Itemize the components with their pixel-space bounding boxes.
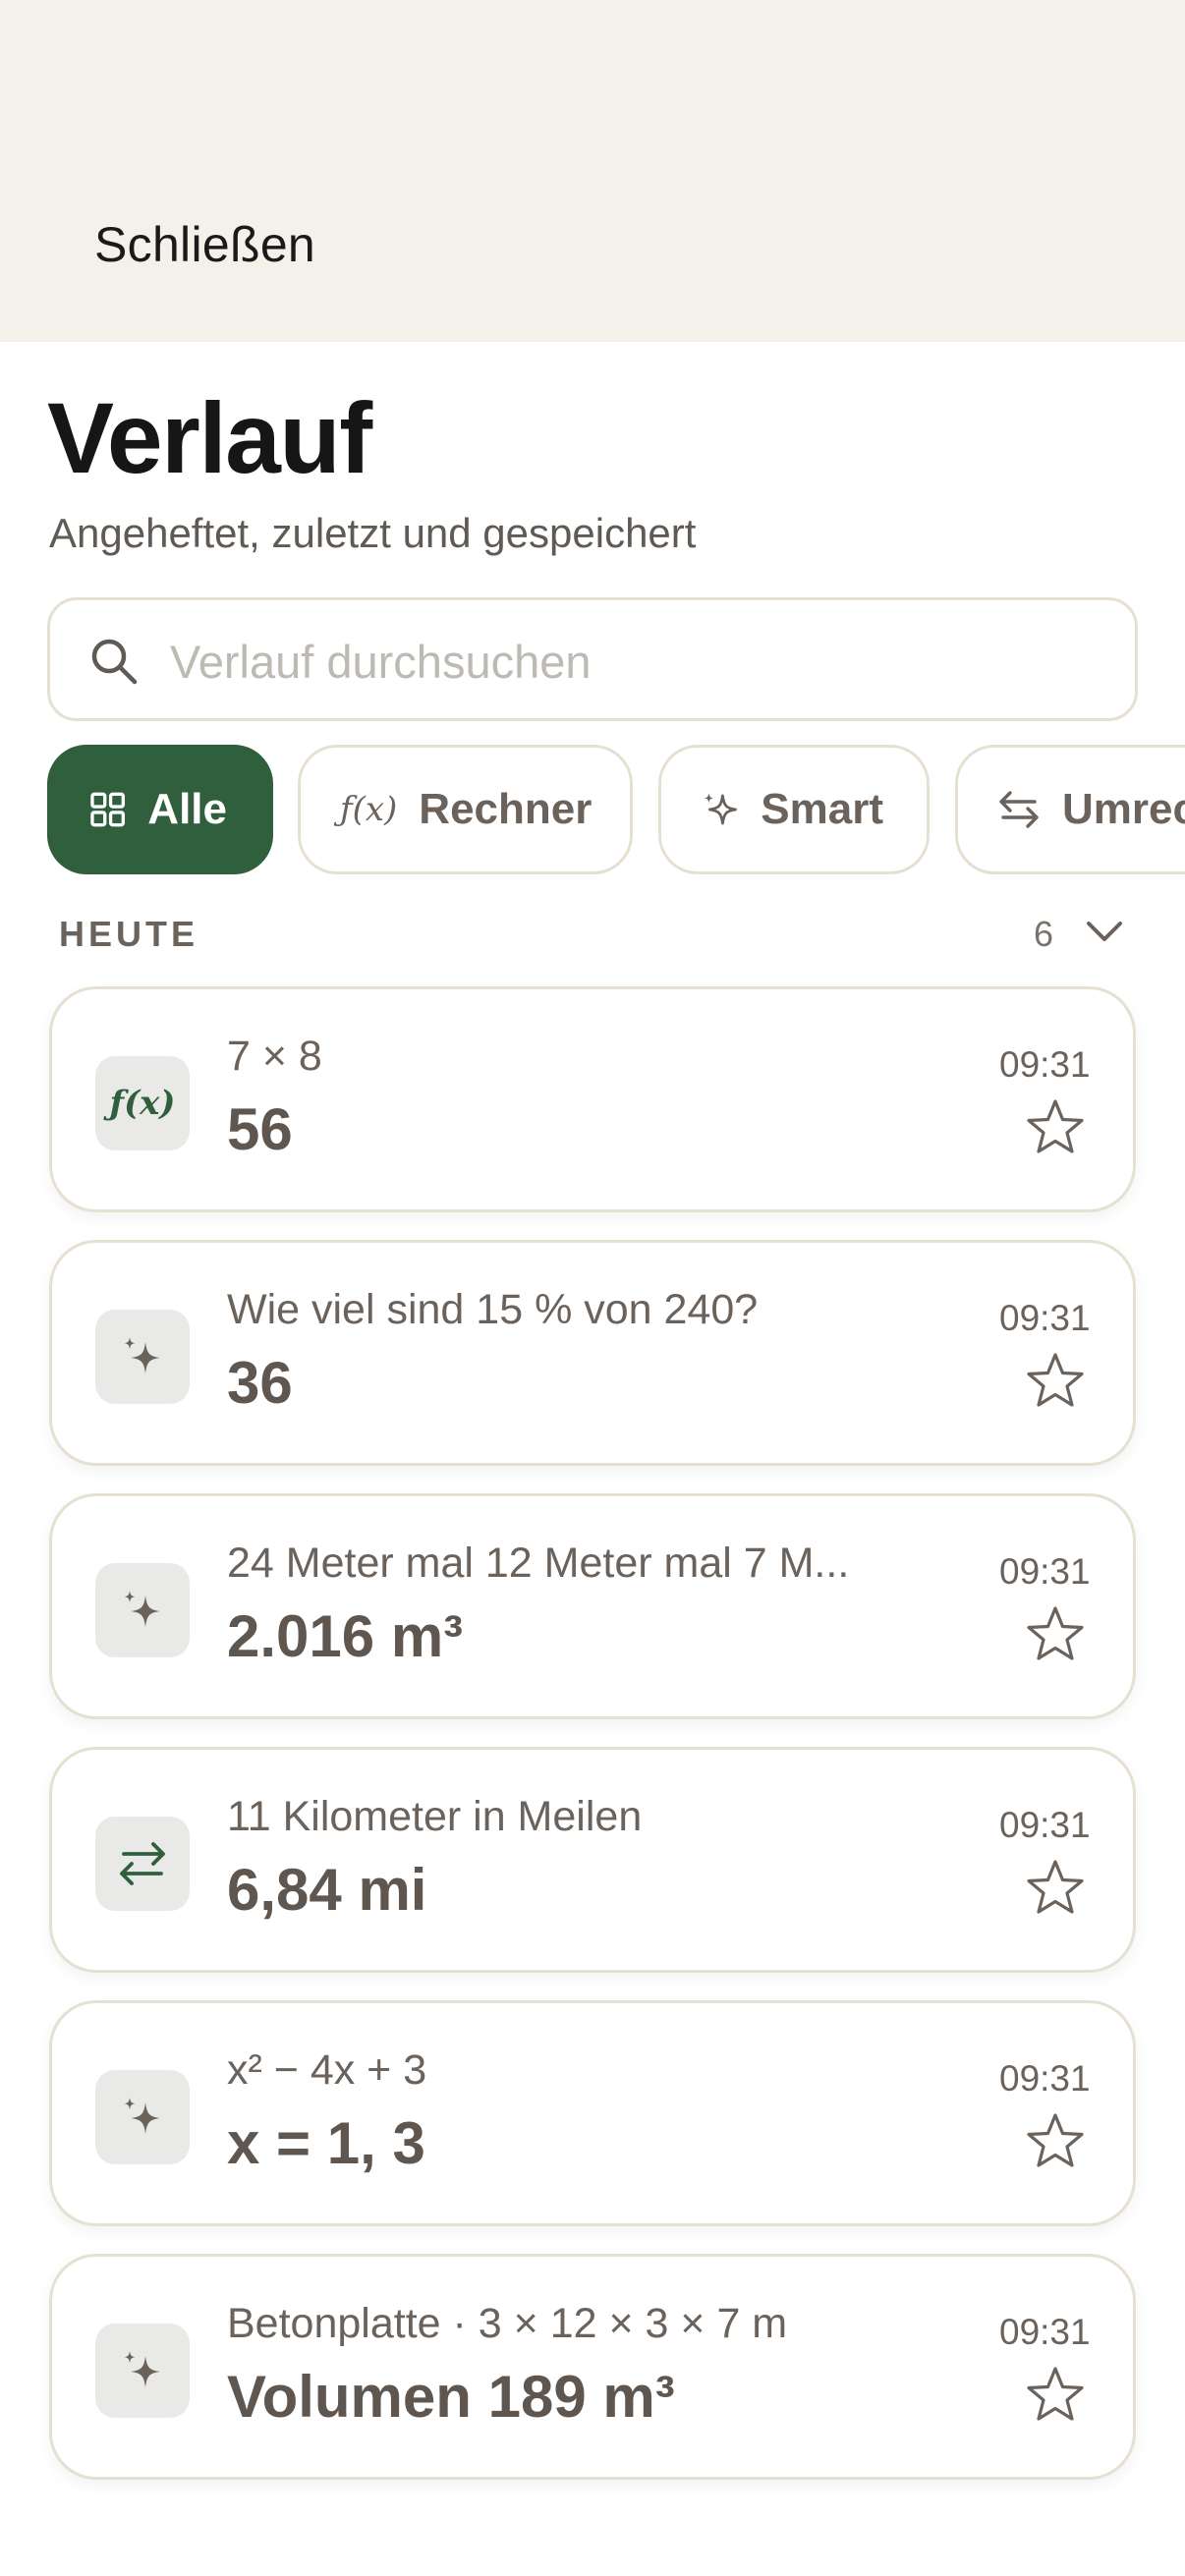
page-title: Verlauf (47, 382, 372, 494)
filter-chip-umrechner[interactable]: Umrec (955, 745, 1185, 874)
filter-chip-label: Alle (147, 785, 227, 833)
star-icon[interactable] (1025, 1351, 1086, 1410)
entry-time: 09:31 (999, 2312, 1091, 2352)
function-icon: ƒ(x) (340, 790, 398, 829)
close-button[interactable]: Schließen (94, 216, 315, 273)
swap-arrows-icon (999, 791, 1039, 828)
filter-chip-label: Umrec (1062, 785, 1185, 833)
entry-type-badge (95, 1310, 190, 1404)
entry-result: 56 (227, 1096, 293, 1162)
history-entry[interactable]: ƒ(x) 7 × 8 56 09:31 (49, 986, 1136, 1212)
entry-expression: 24 Meter mal 12 Meter mal 7 M... (227, 1540, 850, 1587)
function-icon: ƒ(x) (109, 1084, 176, 1123)
sparkle-icon (704, 793, 737, 825)
entry-type-badge (95, 1817, 190, 1911)
filter-chip-smart[interactable]: Smart (658, 745, 930, 874)
history-entry[interactable]: Wie viel sind 15 % von 240? 36 09:31 (49, 1240, 1136, 1466)
entry-type-badge (95, 1563, 190, 1657)
entry-result: x = 1, 3 (227, 2110, 425, 2176)
sparkle-icon (124, 1591, 160, 1627)
star-icon[interactable] (1025, 1858, 1086, 1917)
entry-type-badge: ƒ(x) (95, 1056, 190, 1150)
filter-chip-label: Smart (761, 785, 883, 833)
sparkle-icon (124, 2351, 160, 2387)
entry-expression: Betonplatte · 3 × 12 × 3 × 7 m (227, 2300, 788, 2347)
entry-type-badge (95, 2070, 190, 2164)
history-entry[interactable]: x² − 4x + 3 x = 1, 3 09:31 (49, 2000, 1136, 2226)
swap-arrows-icon (120, 1842, 165, 1885)
search-icon (91, 639, 138, 685)
entry-expression: Wie viel sind 15 % von 240? (227, 1286, 759, 1333)
star-icon[interactable] (1025, 2365, 1086, 2424)
entry-expression: x² − 4x + 3 (227, 2046, 427, 2094)
star-icon[interactable] (1025, 1604, 1086, 1663)
sparkle-icon (124, 2098, 160, 2134)
section-count: 6 (1034, 914, 1054, 954)
grid-icon (90, 792, 126, 827)
filter-chip-alle[interactable]: Alle (47, 745, 273, 874)
section-header-today: HEUTE (59, 914, 199, 954)
entry-time: 09:31 (999, 1298, 1091, 1338)
entry-result: 36 (227, 1350, 293, 1416)
star-icon[interactable] (1025, 1097, 1086, 1156)
chevron-down-icon[interactable] (1085, 918, 1124, 947)
entry-time: 09:31 (999, 1551, 1091, 1592)
star-icon[interactable] (1025, 2111, 1086, 2170)
entry-expression: 7 × 8 (227, 1033, 322, 1080)
history-entry[interactable]: 24 Meter mal 12 Meter mal 7 M... 2.016 m… (49, 1493, 1136, 1719)
entry-time: 09:31 (999, 2058, 1091, 2099)
history-entry[interactable]: 11 Kilometer in Meilen 6,84 mi 09:31 (49, 1747, 1136, 1973)
filter-chip-rechner[interactable]: ƒ(x) Rechner (298, 745, 633, 874)
filter-chips: Alle ƒ(x) Rechner Smart Umrec (47, 745, 1185, 876)
filter-chip-label: Rechner (419, 785, 592, 833)
search-input[interactable] (170, 622, 1094, 700)
page-subtitle: Angeheftet, zuletzt und gespeichert (49, 510, 697, 556)
sparkle-icon (124, 1337, 160, 1373)
entry-time: 09:31 (999, 1805, 1091, 1845)
entry-time: 09:31 (999, 1044, 1091, 1085)
entry-result: Volumen 189 m³ (227, 2364, 675, 2430)
entry-result: 2.016 m³ (227, 1603, 464, 1669)
history-entry[interactable]: Betonplatte · 3 × 12 × 3 × 7 m Volumen 1… (49, 2254, 1136, 2480)
search-bar[interactable] (47, 597, 1138, 721)
entry-type-badge (95, 2324, 190, 2418)
entry-result: 6,84 mi (227, 1857, 427, 1923)
entry-expression: 11 Kilometer in Meilen (227, 1793, 643, 1840)
top-bar: Schließen (0, 0, 1185, 342)
